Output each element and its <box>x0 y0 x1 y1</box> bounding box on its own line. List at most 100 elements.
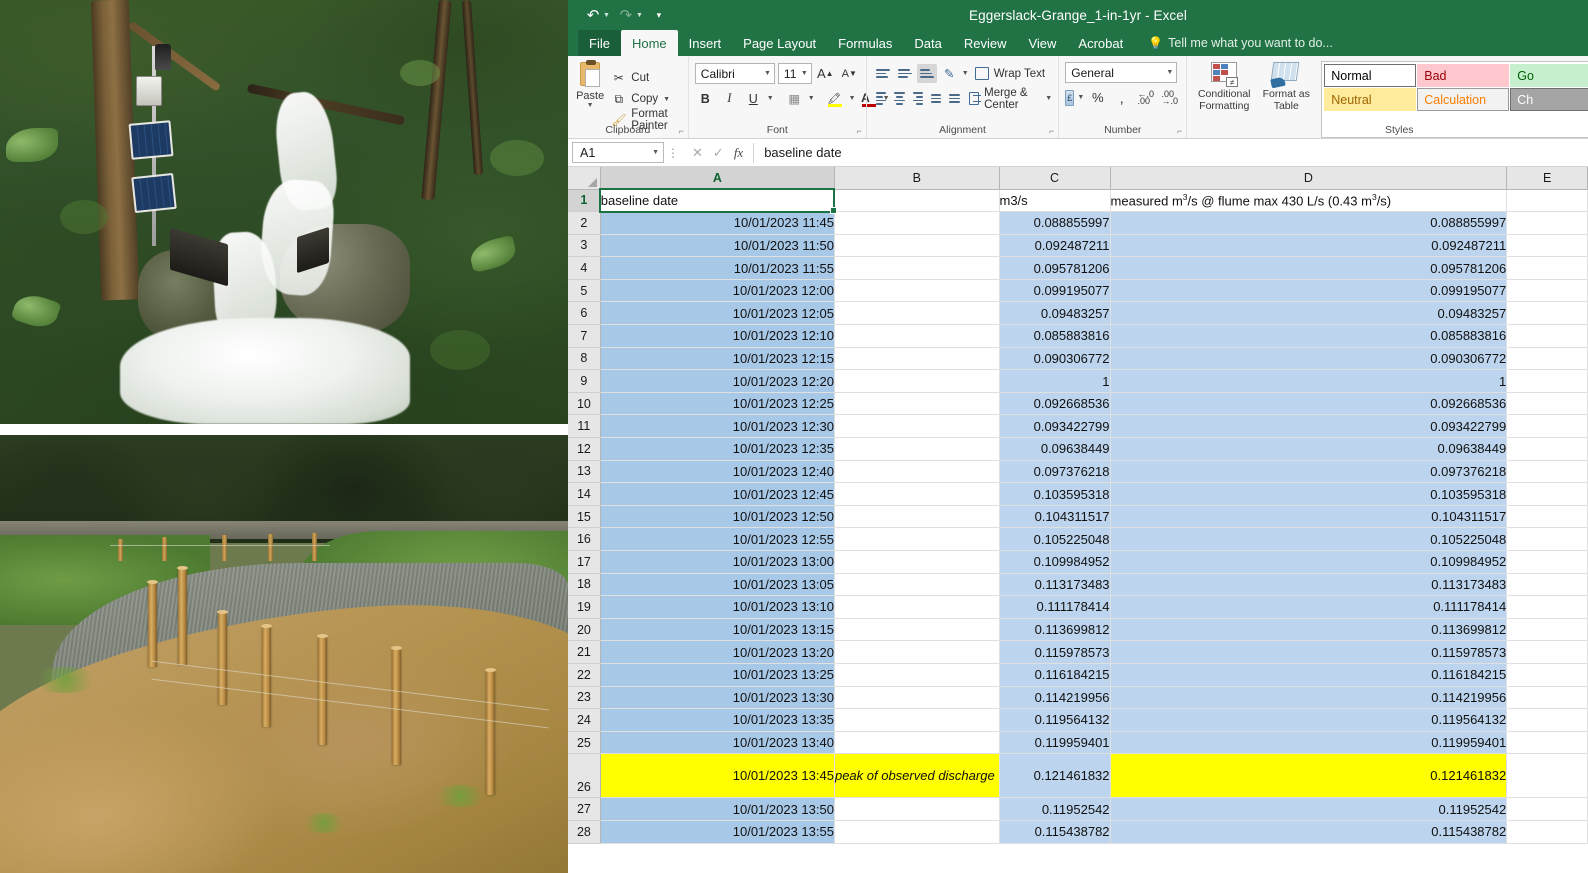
column-header-d[interactable]: D <box>1110 167 1507 189</box>
accounting-dropdown-icon[interactable]: ▼ <box>1077 94 1084 101</box>
merge-dropdown-icon[interactable]: ▼ <box>1045 95 1052 102</box>
copy-button[interactable]: ⧉ Copy ▼ <box>611 90 682 109</box>
cell-b4[interactable] <box>834 257 999 280</box>
cell-c12[interactable]: 0.09638449 <box>999 438 1110 461</box>
cell-d18[interactable]: 0.113173483 <box>1110 573 1507 596</box>
cell-c28[interactable]: 0.115438782 <box>999 820 1110 843</box>
row-header-5[interactable]: 5 <box>568 279 600 302</box>
align-top-icon[interactable] <box>873 64 893 83</box>
align-left-icon[interactable] <box>873 89 889 108</box>
redo-dropdown-icon[interactable]: ▼ <box>636 12 643 19</box>
cell-e2[interactable] <box>1507 212 1588 235</box>
row-header-18[interactable]: 18 <box>568 573 600 596</box>
percent-style-button[interactable]: % <box>1087 87 1108 108</box>
cell-c4[interactable]: 0.095781206 <box>999 257 1110 280</box>
style-check-cell[interactable]: Ch <box>1510 88 1588 111</box>
style-normal[interactable]: Normal <box>1324 64 1416 87</box>
copy-dropdown-icon[interactable]: ▼ <box>663 96 670 103</box>
cell-a6[interactable]: 10/01/2023 12:05 <box>600 302 834 325</box>
cell-d23[interactable]: 0.114219956 <box>1110 686 1507 709</box>
fx-icon[interactable]: fx <box>734 145 743 161</box>
cell-c23[interactable]: 0.114219956 <box>999 686 1110 709</box>
undo-dropdown-icon[interactable]: ▼ <box>603 12 610 19</box>
tab-acrobat[interactable]: Acrobat <box>1067 30 1134 56</box>
row-header-15[interactable]: 15 <box>568 505 600 528</box>
cell-b12[interactable] <box>834 438 999 461</box>
row-header-6[interactable]: 6 <box>568 302 600 325</box>
row-header-28[interactable]: 28 <box>568 820 600 843</box>
row-header-20[interactable]: 20 <box>568 618 600 641</box>
cell-e1[interactable] <box>1507 189 1588 212</box>
cell-e20[interactable] <box>1507 618 1588 641</box>
cell-b21[interactable] <box>834 641 999 664</box>
cell-e4[interactable] <box>1507 257 1588 280</box>
merge-center-button[interactable]: Merge & Center ▼ <box>965 88 1052 109</box>
wrap-text-button[interactable]: Wrap Text <box>971 63 1045 84</box>
cell-e6[interactable] <box>1507 302 1588 325</box>
align-center-icon[interactable] <box>891 89 907 108</box>
cell-d8[interactable]: 0.090306772 <box>1110 347 1507 370</box>
align-bottom-icon[interactable] <box>917 64 937 83</box>
cell-c21[interactable]: 0.115978573 <box>999 641 1110 664</box>
cell-b10[interactable] <box>834 392 999 415</box>
cell-d4[interactable]: 0.095781206 <box>1110 257 1507 280</box>
cell-c26[interactable]: 0.121461832 <box>999 754 1110 798</box>
cell-d24[interactable]: 0.119564132 <box>1110 709 1507 732</box>
cell-a5[interactable]: 10/01/2023 12:00 <box>600 279 834 302</box>
cell-e28[interactable] <box>1507 820 1588 843</box>
font-dialog-launcher[interactable]: ⌐ <box>857 126 862 136</box>
row-header-11[interactable]: 11 <box>568 415 600 438</box>
cell-e16[interactable] <box>1507 528 1588 551</box>
tab-formulas[interactable]: Formulas <box>827 30 903 56</box>
check-icon[interactable]: ✓ <box>713 145 724 161</box>
cell-b23[interactable] <box>834 686 999 709</box>
cell-a8[interactable]: 10/01/2023 12:15 <box>600 347 834 370</box>
cell-c18[interactable]: 0.113173483 <box>999 573 1110 596</box>
increase-decimal-button[interactable]: ←.0.00 <box>1135 87 1156 108</box>
cell-d19[interactable]: 0.111178414 <box>1110 596 1507 619</box>
cell-d20[interactable]: 0.113699812 <box>1110 618 1507 641</box>
orientation-dropdown-icon[interactable]: ▼ <box>962 70 969 77</box>
column-header-c[interactable]: C <box>999 167 1110 189</box>
cell-a2[interactable]: 10/01/2023 11:45 <box>600 212 834 235</box>
cell-e3[interactable] <box>1507 234 1588 257</box>
style-neutral[interactable]: Neutral <box>1324 88 1416 111</box>
cell-e5[interactable] <box>1507 279 1588 302</box>
row-header-16[interactable]: 16 <box>568 528 600 551</box>
underline-dropdown-icon[interactable]: ▼ <box>767 95 774 102</box>
cell-a26[interactable]: 10/01/2023 13:45 <box>600 754 834 798</box>
cell-e23[interactable] <box>1507 686 1588 709</box>
column-header-e[interactable]: E <box>1507 167 1588 189</box>
cell-c7[interactable]: 0.085883816 <box>999 325 1110 348</box>
cell-e26[interactable] <box>1507 754 1588 798</box>
increase-indent-icon[interactable] <box>946 89 962 108</box>
cell-c24[interactable]: 0.119564132 <box>999 709 1110 732</box>
tell-me-search[interactable]: 💡 Tell me what you want to do... <box>1134 30 1333 56</box>
cell-b5[interactable] <box>834 279 999 302</box>
cell-d26[interactable]: 0.121461832 <box>1110 754 1507 798</box>
row-header-7[interactable]: 7 <box>568 325 600 348</box>
cell-c2[interactable]: 0.088855997 <box>999 212 1110 235</box>
name-box[interactable]: A1 ▼ <box>572 142 664 163</box>
cell-c16[interactable]: 0.105225048 <box>999 528 1110 551</box>
cell-d21[interactable]: 0.115978573 <box>1110 641 1507 664</box>
cell-c17[interactable]: 0.109984952 <box>999 551 1110 574</box>
style-good[interactable]: Go <box>1510 64 1588 87</box>
column-header-a[interactable]: A <box>600 167 834 189</box>
row-header-1[interactable]: 1 <box>568 189 600 212</box>
cell-a19[interactable]: 10/01/2023 13:10 <box>600 596 834 619</box>
cell-b8[interactable] <box>834 347 999 370</box>
cell-a4[interactable]: 10/01/2023 11:55 <box>600 257 834 280</box>
cell-d2[interactable]: 0.088855997 <box>1110 212 1507 235</box>
cell-c22[interactable]: 0.116184215 <box>999 663 1110 686</box>
row-header-13[interactable]: 13 <box>568 460 600 483</box>
cell-c6[interactable]: 0.09483257 <box>999 302 1110 325</box>
cell-e17[interactable] <box>1507 551 1588 574</box>
cell-b13[interactable] <box>834 460 999 483</box>
cell-c1[interactable]: m3/s <box>999 189 1110 212</box>
cell-b7[interactable] <box>834 325 999 348</box>
cell-b9[interactable] <box>834 370 999 393</box>
row-header-9[interactable]: 9 <box>568 370 600 393</box>
cell-d7[interactable]: 0.085883816 <box>1110 325 1507 348</box>
cell-a23[interactable]: 10/01/2023 13:30 <box>600 686 834 709</box>
